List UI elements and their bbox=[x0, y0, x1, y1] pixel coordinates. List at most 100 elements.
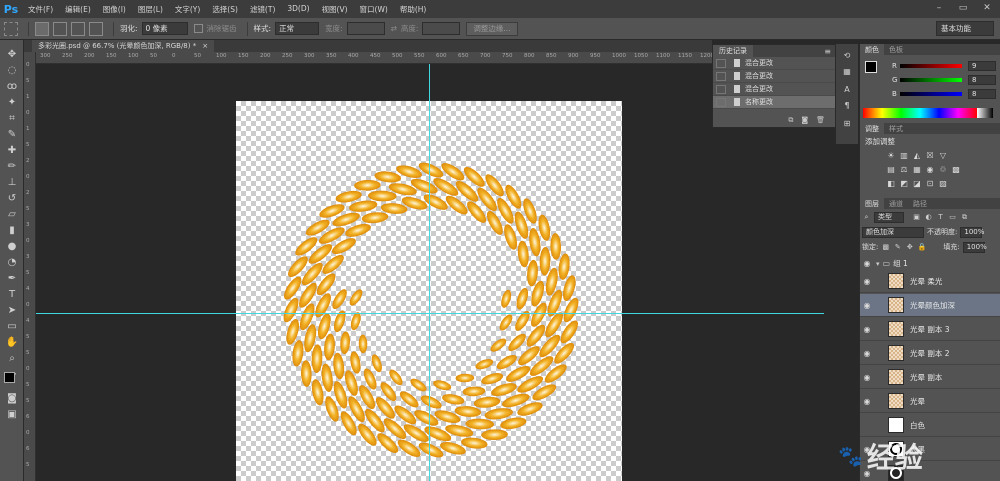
close-button[interactable]: ✕ bbox=[978, 2, 996, 14]
lasso-tool-icon[interactable]: ꝏ bbox=[5, 80, 19, 92]
info-panel-icon[interactable]: ▦ bbox=[841, 66, 853, 76]
menu-view[interactable]: 视图(V) bbox=[316, 4, 354, 15]
history-item[interactable]: 混合更改 bbox=[713, 57, 835, 70]
maximize-button[interactable]: ▭ bbox=[954, 2, 972, 14]
vertical-guide[interactable] bbox=[429, 64, 430, 481]
screen-mode-icon[interactable]: ▣ bbox=[5, 408, 19, 420]
black-white-icon[interactable]: ▦ bbox=[912, 164, 922, 174]
hue-saturation-icon[interactable]: ▤ bbox=[886, 164, 896, 174]
panel-menu-icon[interactable]: ≡ bbox=[824, 47, 831, 56]
lock-pixels-icon[interactable]: ✎ bbox=[893, 243, 902, 252]
new-selection-icon[interactable] bbox=[35, 21, 49, 36]
blue-slider[interactable] bbox=[900, 92, 962, 96]
layer-row[interactable]: ◉ 光晕 副本 bbox=[860, 366, 1000, 389]
workspace-select[interactable]: 基本功能 bbox=[936, 21, 994, 36]
history-item[interactable]: 混合更改 bbox=[713, 83, 835, 96]
clone-stamp-icon[interactable]: ⊥ bbox=[5, 176, 19, 188]
green-value-input[interactable]: 8 bbox=[968, 75, 996, 85]
tab-layers[interactable]: 图层 bbox=[860, 198, 884, 209]
trash-icon[interactable]: 🗑 bbox=[816, 116, 825, 126]
layer-row[interactable]: ◉ 光晕 副本 3 bbox=[860, 318, 1000, 341]
lock-position-icon[interactable]: ✥ bbox=[905, 243, 914, 252]
path-selection-icon[interactable]: ➤ bbox=[5, 304, 19, 316]
eyedropper-icon[interactable]: ✎ bbox=[5, 128, 19, 140]
menu-filter[interactable]: 滤镜(T) bbox=[244, 4, 281, 15]
eye-icon[interactable]: ◉ bbox=[860, 349, 874, 358]
ruler-horizontal[interactable]: 300 250 200 150 100 50 0 50 100 150 200 250 300 350 40… bbox=[36, 52, 824, 64]
filter-type-icon[interactable]: T bbox=[936, 213, 945, 222]
eye-icon[interactable]: ◉ bbox=[860, 301, 874, 310]
layer-row[interactable]: ◉ 光晕 柔光 bbox=[860, 270, 1000, 293]
blur-tool-icon[interactable]: ● bbox=[5, 240, 19, 252]
photo-filter-icon[interactable]: ◉ bbox=[925, 164, 935, 174]
type-tool-icon[interactable]: T bbox=[5, 288, 19, 300]
antialias-checkbox[interactable] bbox=[193, 24, 203, 33]
opacity-input[interactable]: 100% bbox=[960, 226, 984, 238]
history-item[interactable]: 混合更改 bbox=[713, 70, 835, 83]
snapshot-icon[interactable]: ◙ bbox=[801, 116, 808, 126]
menu-window[interactable]: 窗口(W) bbox=[354, 4, 394, 15]
posterize-icon[interactable]: ◩ bbox=[899, 178, 909, 188]
move-tool-icon[interactable]: ✥ bbox=[5, 48, 19, 60]
menu-image[interactable]: 图像(I) bbox=[97, 4, 132, 15]
pen-tool-icon[interactable]: ✒ bbox=[5, 272, 19, 284]
color-swatches[interactable] bbox=[4, 372, 22, 390]
minimize-button[interactable]: – bbox=[930, 2, 948, 14]
brush-tool-icon[interactable]: ✏ bbox=[5, 160, 19, 172]
healing-brush-icon[interactable]: ✚ bbox=[5, 144, 19, 156]
eye-icon[interactable]: ◉ bbox=[860, 277, 874, 286]
width-input[interactable] bbox=[346, 22, 385, 35]
layer-row[interactable]: ◉ 光晕 副本 2 bbox=[860, 342, 1000, 365]
brush-panel-icon[interactable]: ⊞ bbox=[841, 118, 853, 128]
subtract-selection-icon[interactable] bbox=[71, 21, 85, 36]
filter-shape-icon[interactable]: ▭ bbox=[948, 213, 957, 222]
color-balance-icon[interactable]: ⚖ bbox=[899, 164, 909, 174]
eye-icon[interactable]: ◉ bbox=[860, 397, 874, 406]
history-item[interactable]: 名称更改 bbox=[713, 96, 835, 109]
menu-3d[interactable]: 3D(D) bbox=[281, 4, 315, 15]
blend-mode-select[interactable]: 颜色加深 bbox=[862, 226, 924, 238]
paragraph-panel-icon[interactable]: ¶ bbox=[841, 100, 853, 110]
gradient-map-icon[interactable]: ▨ bbox=[938, 178, 948, 188]
ruler-vertical[interactable]: 05101520253035404550556065 bbox=[24, 52, 36, 481]
history-source-checkbox[interactable] bbox=[716, 84, 726, 94]
filter-pixel-icon[interactable]: ▣ bbox=[912, 213, 921, 222]
tab-swatches[interactable]: 色板 bbox=[884, 44, 908, 55]
filter-smart-icon[interactable]: ⧉ bbox=[960, 213, 969, 222]
menu-file[interactable]: 文件(F) bbox=[22, 4, 59, 15]
add-selection-icon[interactable] bbox=[53, 21, 67, 36]
vibrance-icon[interactable]: ▽ bbox=[938, 150, 948, 160]
marquee-tool-icon[interactable]: ◌ bbox=[5, 64, 19, 76]
eye-icon[interactable]: ◉ bbox=[860, 373, 874, 382]
marquee-tool-preset-icon[interactable] bbox=[4, 21, 18, 36]
character-panel-icon[interactable]: A bbox=[841, 84, 853, 94]
menu-help[interactable]: 帮助(H) bbox=[394, 4, 433, 15]
red-value-input[interactable]: 9 bbox=[968, 61, 996, 71]
levels-icon[interactable]: ▥ bbox=[899, 150, 909, 160]
history-brush-icon[interactable]: ↺ bbox=[5, 192, 19, 204]
color-spectrum[interactable] bbox=[863, 108, 977, 118]
layer-group-row[interactable]: ◉ ▾ ▭ 组 1 bbox=[860, 258, 1000, 269]
quick-mask-icon[interactable]: ◙ bbox=[5, 392, 19, 404]
filter-adjust-icon[interactable]: ◐ bbox=[924, 213, 933, 222]
lock-all-icon[interactable]: 🔒 bbox=[917, 243, 927, 252]
eye-hidden-icon[interactable]: ◉ bbox=[860, 421, 874, 430]
curves-icon[interactable]: ◭ bbox=[912, 150, 922, 160]
document-tab[interactable]: 多彩光圈.psd @ 66.7% (光晕颜色加深, RGB/8) * × bbox=[32, 40, 215, 52]
threshold-icon[interactable]: ◪ bbox=[912, 178, 922, 188]
hand-tool-icon[interactable]: ✋ bbox=[5, 336, 19, 348]
eraser-icon[interactable]: ▱ bbox=[5, 208, 19, 220]
shape-tool-icon[interactable]: ▭ bbox=[5, 320, 19, 332]
zoom-tool-icon[interactable]: ⌕ bbox=[5, 352, 19, 364]
blue-value-input[interactable]: 8 bbox=[968, 89, 996, 99]
layer-row[interactable]: ◉ 光晕颜色加深 bbox=[860, 294, 1000, 317]
eye-icon[interactable]: ◉ bbox=[860, 259, 874, 268]
color-swatch-preview[interactable] bbox=[865, 61, 885, 81]
horizontal-guide[interactable] bbox=[36, 313, 824, 314]
red-slider[interactable] bbox=[900, 64, 962, 68]
dodge-tool-icon[interactable]: ◔ bbox=[5, 256, 19, 268]
history-source-checkbox[interactable] bbox=[716, 71, 726, 81]
layer-filter-select[interactable]: 类型 bbox=[874, 211, 904, 223]
tab-color[interactable]: 颜色 bbox=[860, 44, 884, 55]
history-source-checkbox[interactable] bbox=[716, 58, 726, 68]
